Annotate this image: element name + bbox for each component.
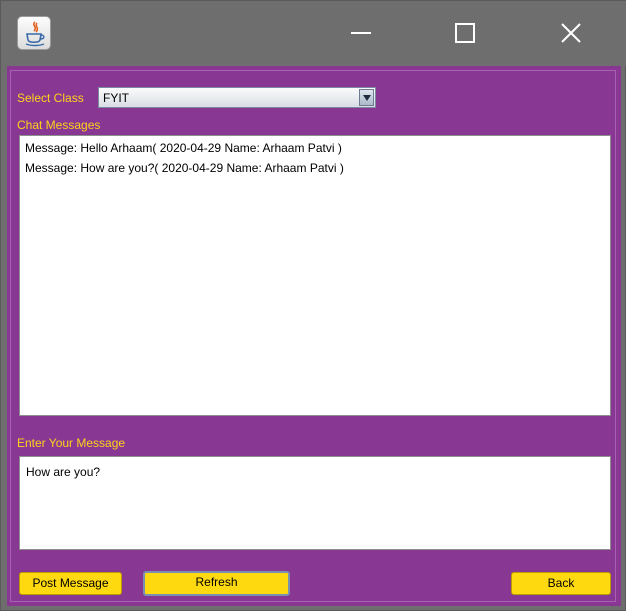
enter-message-label: Enter Your Message bbox=[17, 436, 126, 450]
class-select-value: FYIT bbox=[103, 91, 129, 105]
minimize-icon[interactable] bbox=[343, 15, 379, 51]
message-input[interactable]: How are you? bbox=[19, 456, 611, 550]
content-panel: Select Class FYIT Chat Messages Message:… bbox=[7, 66, 621, 606]
post-message-button[interactable]: Post Message bbox=[19, 572, 122, 595]
chevron-down-icon[interactable] bbox=[359, 89, 374, 106]
java-cup-icon[interactable] bbox=[17, 16, 51, 50]
app-window: Select Class FYIT Chat Messages Message:… bbox=[0, 0, 626, 611]
class-select[interactable]: FYIT bbox=[98, 87, 376, 108]
maximize-icon[interactable] bbox=[447, 15, 483, 51]
message-input-text: How are you? bbox=[26, 465, 101, 479]
title-bar[interactable] bbox=[1, 1, 626, 66]
list-item: Message: Hello Arhaam( 2020-04-29 Name: … bbox=[25, 141, 342, 155]
close-icon[interactable] bbox=[553, 15, 589, 51]
select-class-label: Select Class bbox=[17, 91, 84, 105]
chat-messages-label: Chat Messages bbox=[17, 118, 101, 132]
chat-messages-area[interactable]: Message: Hello Arhaam( 2020-04-29 Name: … bbox=[19, 135, 611, 416]
back-button[interactable]: Back bbox=[511, 572, 611, 595]
form-panel: Select Class FYIT Chat Messages Message:… bbox=[10, 70, 616, 602]
list-item: Message: How are you?( 2020-04-29 Name: … bbox=[25, 161, 344, 175]
refresh-button[interactable]: Refresh bbox=[143, 571, 290, 596]
